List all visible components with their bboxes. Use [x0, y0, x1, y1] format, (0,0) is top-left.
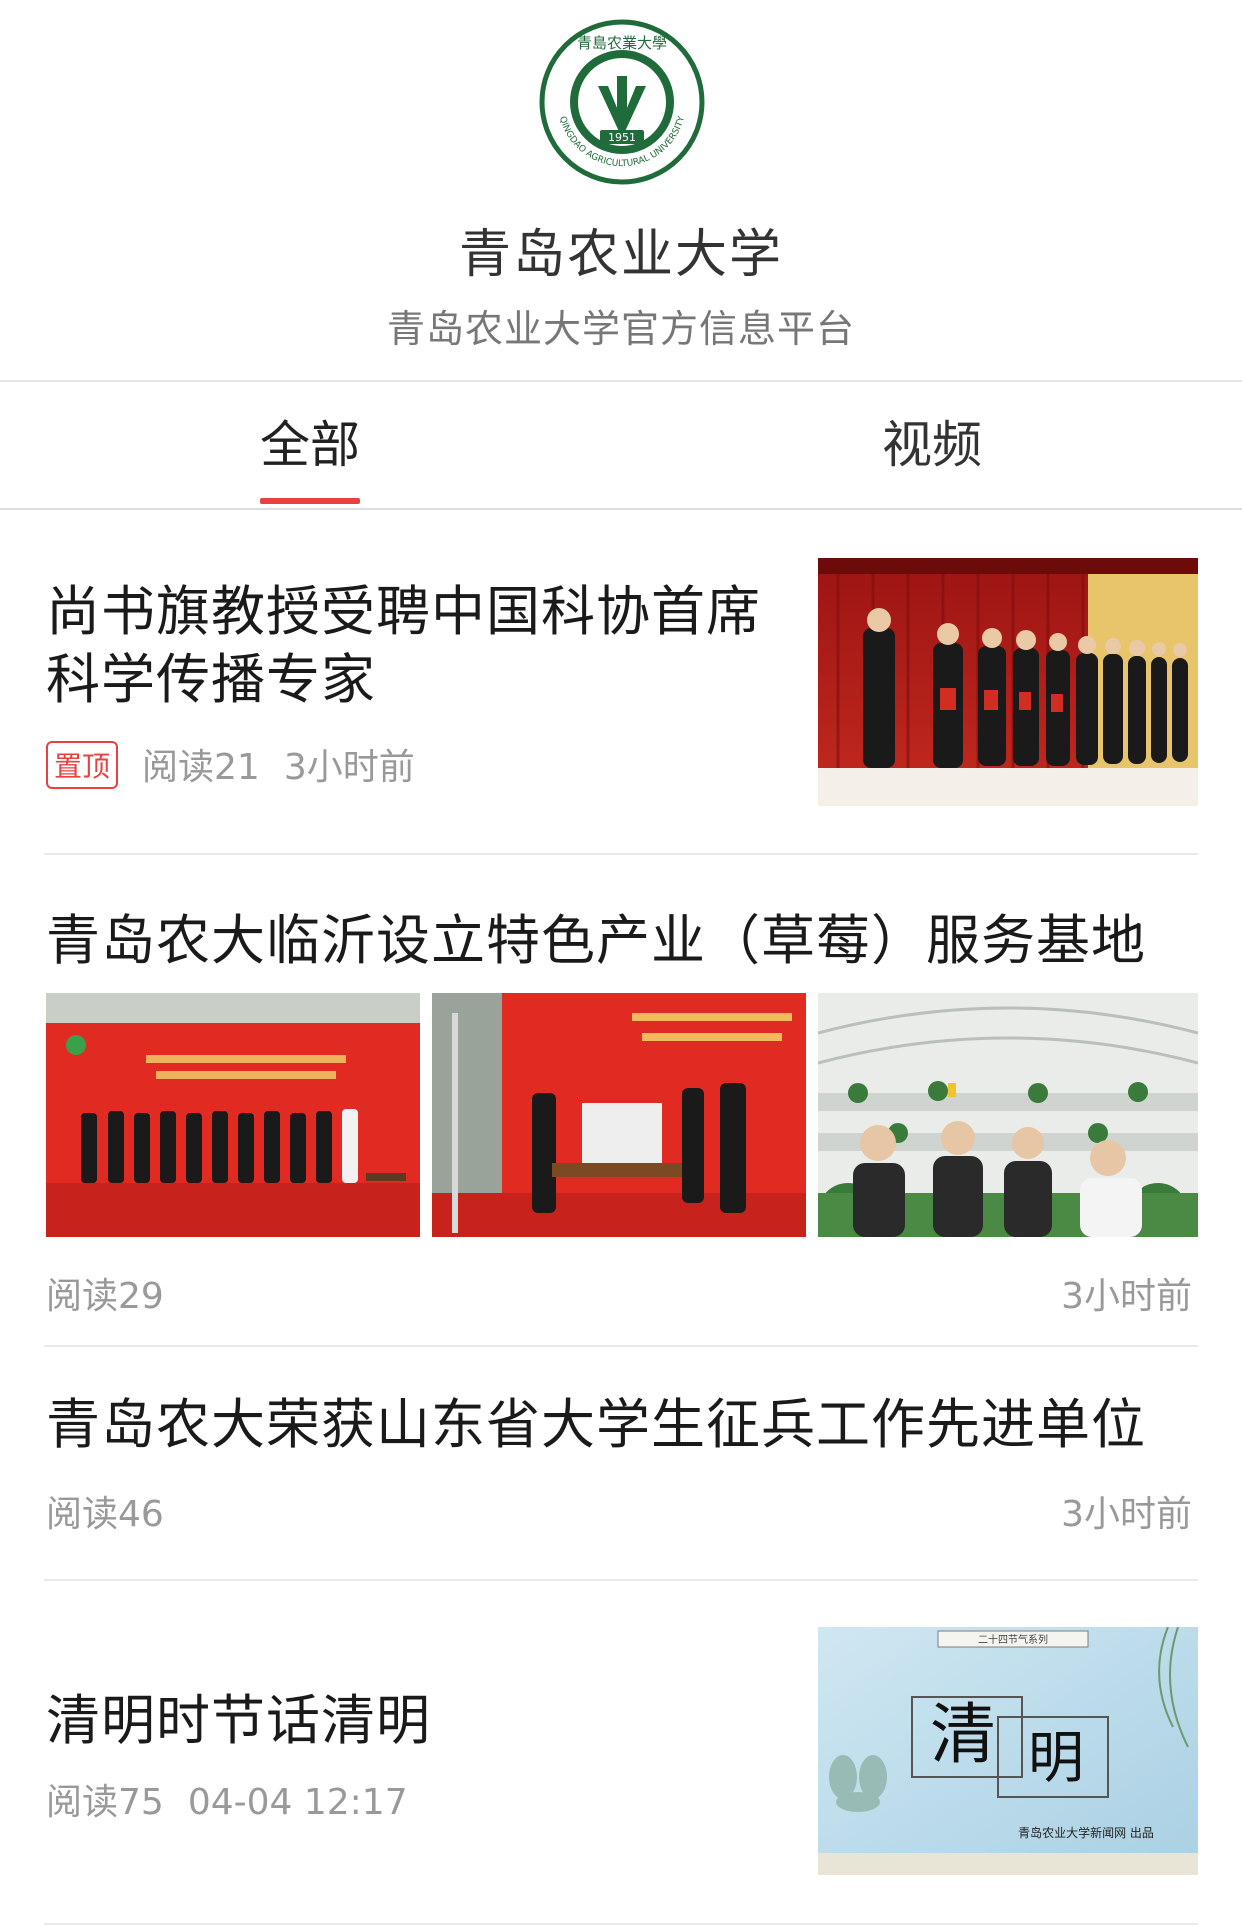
svg-text:二十四节气系列: 二十四节气系列	[978, 1633, 1048, 1646]
article-image-2	[432, 993, 806, 1237]
post-time: 04-04 12:17	[187, 1782, 408, 1823]
article-image-1	[46, 993, 420, 1237]
article-meta: 置顶 阅读21 3小时前	[46, 738, 439, 793]
tab-all[interactable]: 全部	[200, 382, 420, 508]
article-item[interactable]: 尚书旗教授受聘中国科协首席 科学传播专家 置顶 阅读21 3小时前	[0, 510, 1242, 855]
svg-text:青島农業大學: 青島农業大學	[577, 34, 667, 52]
tab-bar: 全部 视频	[0, 382, 1242, 510]
article-item[interactable]: 清明时节话清明 阅读75 04-04 12:17 二十四节气系列 清 明 青岛农…	[0, 1583, 1242, 1926]
pinned-badge: 置顶	[46, 741, 119, 789]
article-title: 尚书旗教授受聘中国科协首席 科学传播专家	[46, 580, 761, 711]
post-time: 3小时前	[1061, 1276, 1192, 1317]
svg-text:清: 清	[930, 1696, 996, 1773]
read-count: 阅读46	[46, 1494, 164, 1535]
divider	[44, 1579, 1198, 1581]
active-tab-indicator	[260, 498, 360, 504]
article-title: 青岛农大荣获山东省大学生征兵工作先进单位	[46, 1393, 1146, 1456]
divider	[44, 1345, 1198, 1347]
article-thumbnail	[818, 558, 1198, 806]
app-title: 青岛农业大学	[458, 225, 783, 285]
article-image-3	[818, 993, 1198, 1237]
app-subtitle: 青岛农业大学官方信息平台	[386, 307, 855, 351]
svg-text:青岛农业大学新闻网 出品: 青岛农业大学新闻网 出品	[1018, 1825, 1154, 1840]
article-meta: 阅读75 04-04 12:17	[46, 1773, 432, 1825]
article-item[interactable]: 青岛农大临沂设立特色产业（草莓）服务基地 阅读29 3小时前	[0, 857, 1242, 1347]
article-thumbnail: 二十四节气系列 清 明 青岛农业大学新闻网 出品	[818, 1627, 1198, 1875]
account-header: 1951 青島农業大學 QINGDAO AGRICULTURAL UNIVERS…	[0, 0, 1242, 382]
tab-video[interactable]: 视频	[822, 382, 1042, 508]
post-time: 3小时前	[1061, 1494, 1192, 1535]
article-title: 青岛农大临沂设立特色产业（草莓）服务基地	[46, 909, 1146, 972]
post-time: 3小时前	[283, 747, 415, 788]
svg-text:1951: 1951	[608, 131, 636, 144]
divider	[44, 1923, 1198, 1925]
svg-text:明: 明	[1028, 1726, 1084, 1791]
university-logo: 1951 青島农業大學 QINGDAO AGRICULTURAL UNIVERS…	[539, 19, 705, 185]
divider	[44, 853, 1198, 855]
article-title: 清明时节话清明	[46, 1689, 431, 1752]
read-count: 阅读21	[142, 747, 260, 788]
read-count: 阅读29	[46, 1276, 164, 1317]
article-item[interactable]: 青岛农大荣获山东省大学生征兵工作先进单位 阅读46 3小时前	[0, 1349, 1242, 1581]
read-count: 阅读75	[46, 1782, 164, 1823]
